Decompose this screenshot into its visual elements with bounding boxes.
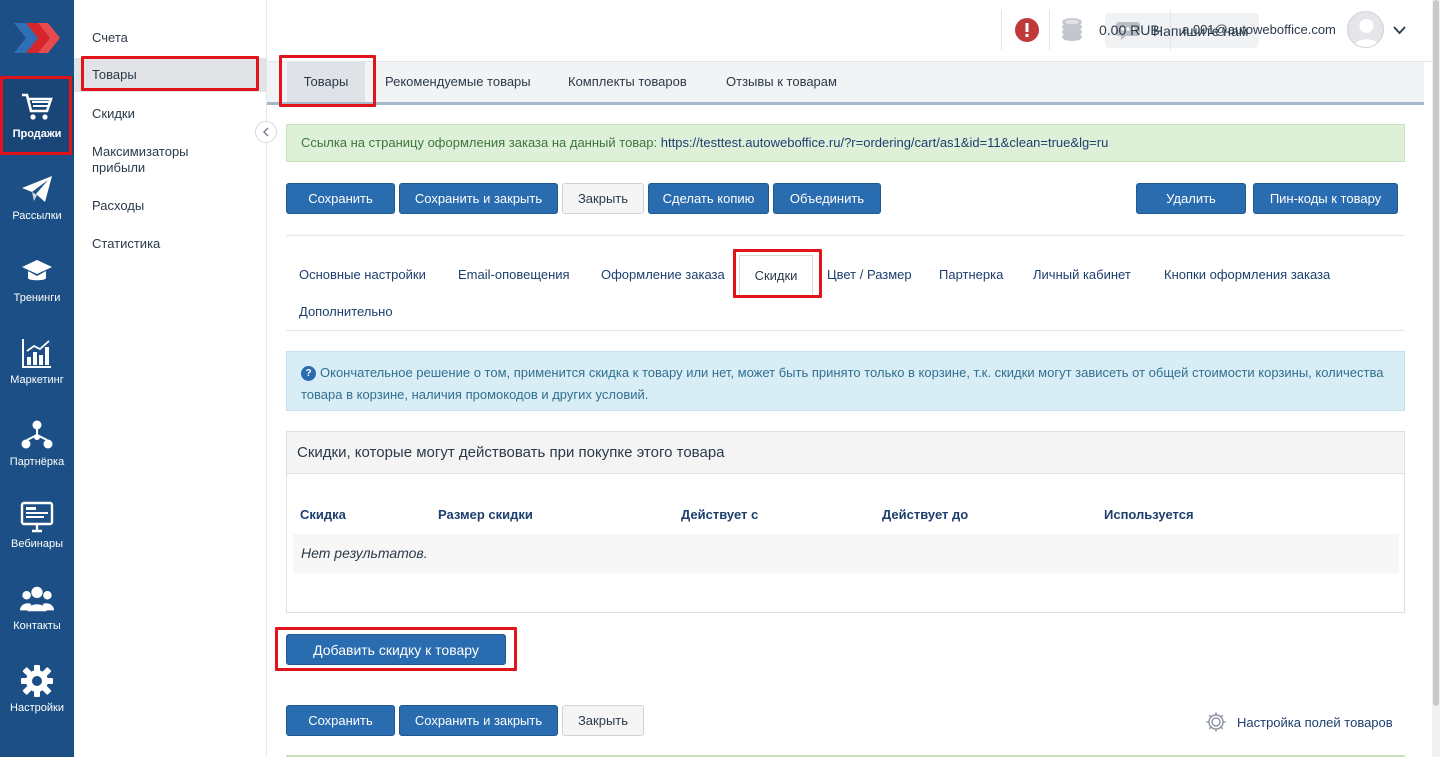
tabs-divider xyxy=(286,330,1405,331)
column-header-discount-size[interactable]: Размер скидки xyxy=(438,507,533,522)
submenu-item-products[interactable]: Товары xyxy=(74,58,266,92)
pincodes-button[interactable]: Пин-коды к товару xyxy=(1253,183,1398,214)
nav-partners-label: Партнёрка xyxy=(9,456,65,468)
nav-settings-label: Настройки xyxy=(10,702,64,714)
submenu-item-expenses[interactable]: Расходы xyxy=(74,198,266,214)
submenu-item-profit-maximizers[interactable]: Максимизаторы прибыли xyxy=(74,144,224,176)
toolbar-divider xyxy=(286,235,1405,236)
network-icon xyxy=(20,418,54,452)
nav-trainings-label: Тренинги xyxy=(13,292,61,304)
tab-basic-settings[interactable]: Основные настройки xyxy=(299,267,426,283)
merge-button[interactable]: Объединить xyxy=(773,183,881,214)
close-button[interactable]: Закрыть xyxy=(562,183,644,214)
order-link-text: Ссылка на страницу оформления заказа на … xyxy=(301,135,658,150)
nav-mailings-label: Рассылки xyxy=(12,210,62,222)
tab-product-bundles[interactable]: Комплекты товаров xyxy=(568,62,687,102)
discounts-panel-title: Скидки, которые могут действовать при по… xyxy=(287,432,1404,474)
balance-value: 0.00 RUB xyxy=(1099,22,1160,38)
product-fields-settings-link[interactable]: Настройка полей товаров xyxy=(1205,710,1393,734)
tab-order-design[interactable]: Оформление заказа xyxy=(601,267,725,283)
main-nav-rail: Продажи Рассылки Тренинги Маркетинг Парт… xyxy=(0,0,74,757)
bottom-save-button[interactable]: Сохранить xyxy=(286,705,395,736)
order-link-bar: Ссылка на страницу оформления заказа на … xyxy=(286,124,1405,162)
coins-icon xyxy=(1061,18,1087,45)
tab-email-notifications[interactable]: Email-оповещения xyxy=(458,267,570,283)
logo-chevrons-icon xyxy=(14,23,60,53)
header-divider xyxy=(1170,10,1171,50)
app-root: Продажи Рассылки Тренинги Маркетинг Парт… xyxy=(0,0,1440,757)
column-header-discount[interactable]: Скидка xyxy=(300,507,346,522)
tab-products[interactable]: Товары xyxy=(287,62,365,102)
avatar[interactable] xyxy=(1347,11,1384,48)
nav-sales-label: Продажи xyxy=(12,128,62,140)
gear-icon xyxy=(20,664,54,698)
nav-contacts[interactable]: Контакты xyxy=(0,568,74,646)
nav-mailings[interactable]: Рассылки xyxy=(0,158,74,236)
nav-trainings[interactable]: Тренинги xyxy=(0,240,74,318)
tab-additional[interactable]: Дополнительно xyxy=(299,304,393,320)
tab-product-reviews[interactable]: Отзывы к товарам xyxy=(726,62,837,102)
submenu-item-statistics[interactable]: Статистика xyxy=(74,236,266,252)
page-scrollbar[interactable] xyxy=(1432,0,1440,757)
tab-recommended-products[interactable]: Рекомендуемые товары xyxy=(385,62,531,102)
column-header-valid-from[interactable]: Действует с xyxy=(681,507,758,522)
nav-marketing-label: Маркетинг xyxy=(10,374,64,386)
discount-info-alert: ? Окончательное решение о том, применится… xyxy=(286,351,1405,411)
empty-results-row: Нет результатов. xyxy=(293,534,1399,573)
chevron-left-icon xyxy=(262,127,269,137)
logo[interactable] xyxy=(0,0,74,76)
tab-personal-account[interactable]: Личный кабинет xyxy=(1033,267,1131,283)
column-header-valid-to[interactable]: Действует до xyxy=(882,507,968,522)
nav-webinars-label: Вебинары xyxy=(11,538,63,550)
collapse-submenu-button[interactable] xyxy=(255,121,277,143)
tab-color-size[interactable]: Цвет / Размер xyxy=(827,267,912,283)
discounts-panel: Скидки, которые могут действовать при по… xyxy=(286,431,1405,613)
submenu-item-discounts[interactable]: Скидки xyxy=(74,106,266,122)
sales-submenu: Счета Товары Скидки Максимизаторы прибыл… xyxy=(74,0,267,757)
bottom-close-button[interactable]: Закрыть xyxy=(562,705,644,736)
gear-icon xyxy=(1206,712,1226,732)
chevron-down-icon[interactable] xyxy=(1393,22,1406,38)
submenu-item-invoices[interactable]: Счета xyxy=(74,30,266,46)
product-fields-settings-label: Настройка полей товаров xyxy=(1237,714,1393,730)
scrollbar-thumb[interactable] xyxy=(1433,0,1439,706)
bottom-save-close-button[interactable]: Сохранить и закрыть xyxy=(399,705,558,736)
bar-chart-icon xyxy=(20,336,54,370)
discount-info-text: Окончательное решение о том, применится … xyxy=(301,365,1384,402)
users-icon xyxy=(20,582,54,616)
tabs-underline xyxy=(267,102,1424,105)
alert-icon[interactable] xyxy=(1015,18,1039,42)
add-discount-button[interactable]: Добавить скидку к товару xyxy=(286,634,506,665)
tab-affiliate[interactable]: Партнерка xyxy=(939,267,1003,283)
top-header: Напишите нам 0.00 RUB a.001@autoweboffic… xyxy=(267,0,1440,62)
tab-order-buttons[interactable]: Кнопки оформления заказа xyxy=(1164,267,1330,283)
delete-button[interactable]: Удалить xyxy=(1136,183,1246,214)
tab-discounts[interactable]: Скидки xyxy=(739,255,813,295)
nav-marketing[interactable]: Маркетинг xyxy=(0,322,74,400)
nav-sales[interactable]: Продажи xyxy=(0,76,74,154)
save-button[interactable]: Сохранить xyxy=(286,183,395,214)
user-email[interactable]: a.001@autoweboffice.com xyxy=(1182,22,1336,37)
header-divider xyxy=(1001,10,1002,50)
order-link-url[interactable]: https://testtest.autoweboffice.ru/?r=ord… xyxy=(661,135,1109,150)
cart-icon xyxy=(20,90,54,124)
nav-webinars[interactable]: Вебинары xyxy=(0,486,74,564)
column-header-used[interactable]: Используется xyxy=(1104,507,1194,522)
monitor-icon xyxy=(20,500,54,534)
nav-partners[interactable]: Партнёрка xyxy=(0,404,74,482)
help-icon: ? xyxy=(301,366,316,382)
nav-contacts-label: Контакты xyxy=(13,620,61,632)
save-close-button[interactable]: Сохранить и закрыть xyxy=(399,183,558,214)
copy-button[interactable]: Сделать копию xyxy=(648,183,769,214)
header-divider xyxy=(1049,10,1050,50)
graduation-cap-icon xyxy=(20,254,54,288)
module-tabs: Товары Рекомендуемые товары Комплекты то… xyxy=(267,62,1424,105)
nav-settings[interactable]: Настройки xyxy=(0,650,74,728)
paper-plane-icon xyxy=(20,172,54,206)
